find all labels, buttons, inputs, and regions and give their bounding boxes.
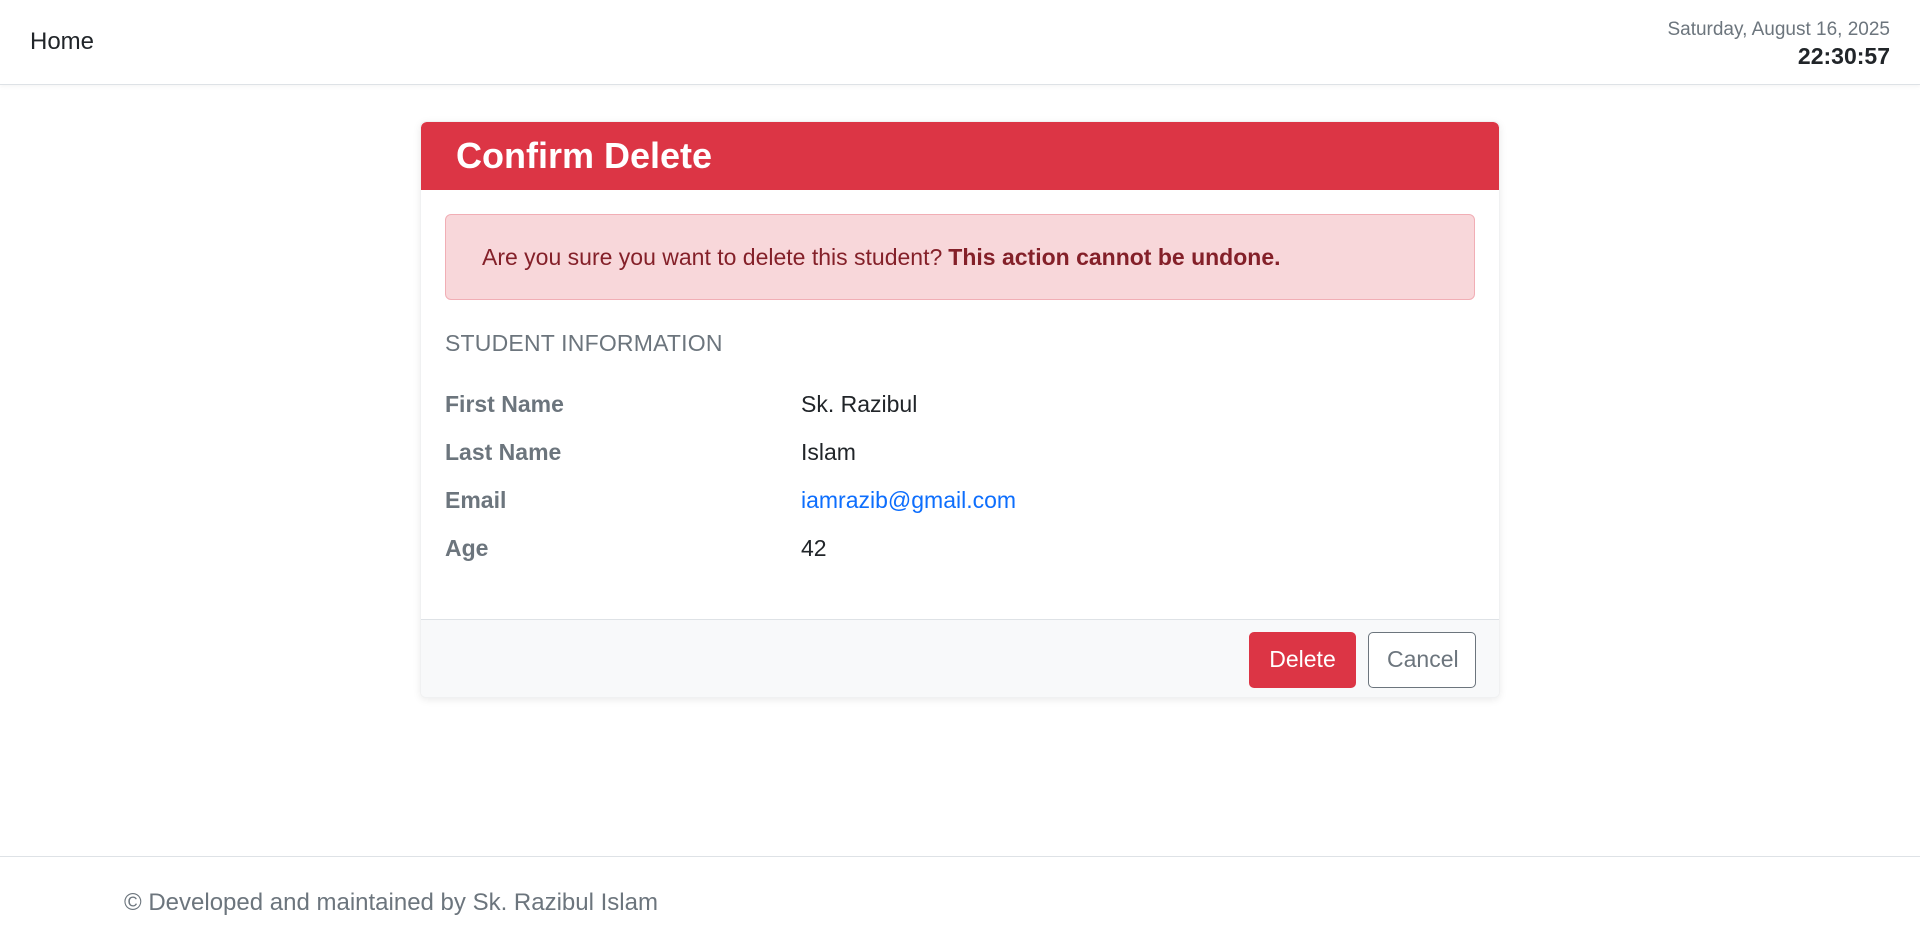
alert-warning: This action cannot be undone.	[948, 243, 1281, 270]
card-body: Are you sure you want to delete this stu…	[421, 190, 1499, 619]
info-label: Last Name	[445, 438, 562, 465]
info-value: 42	[801, 534, 827, 561]
footer-text: © Developed and maintained by Sk. Razibu…	[124, 889, 658, 916]
info-value: Sk. Razibul	[801, 390, 918, 417]
current-time: 22:30:57	[1797, 43, 1890, 69]
clock: Saturday, August 16, 2025 22:30:57	[1667, 18, 1890, 70]
section-title: STUDENT INFORMATION	[445, 330, 723, 356]
info-row-email: Email iamrazib@gmail.com	[445, 476, 1475, 524]
page-footer: © Developed and maintained by Sk. Razibu…	[0, 856, 1920, 946]
card-footer: Delete Cancel	[421, 619, 1499, 697]
info-value: Islam	[801, 438, 856, 465]
info-label: Email	[445, 486, 507, 513]
info-row-age: Age 42	[445, 524, 1475, 572]
alert-message: Are you sure you want to delete this stu…	[482, 243, 943, 270]
info-row-last-name: Last Name Islam	[445, 428, 1475, 476]
card-header: Confirm Delete	[421, 122, 1499, 190]
home-link[interactable]: Home	[30, 28, 94, 56]
student-info-table: First Name Sk. Razibul Last Name Islam E…	[445, 380, 1475, 572]
email-link[interactable]: iamrazib@gmail.com	[801, 487, 1016, 514]
current-date: Saturday, August 16, 2025	[1667, 19, 1890, 40]
info-label: First Name	[445, 390, 564, 417]
warning-alert: Are you sure you want to delete this stu…	[445, 214, 1475, 300]
info-row-first-name: First Name Sk. Razibul	[445, 380, 1475, 428]
top-navbar: Home Saturday, August 16, 2025 22:30:57	[0, 0, 1920, 85]
confirm-delete-card: Confirm Delete Are you sure you want to …	[420, 121, 1500, 698]
cancel-button[interactable]: Cancel	[1368, 631, 1476, 688]
page-title: Confirm Delete	[456, 135, 713, 176]
delete-button[interactable]: Delete	[1249, 631, 1356, 688]
info-label: Age	[445, 534, 489, 561]
